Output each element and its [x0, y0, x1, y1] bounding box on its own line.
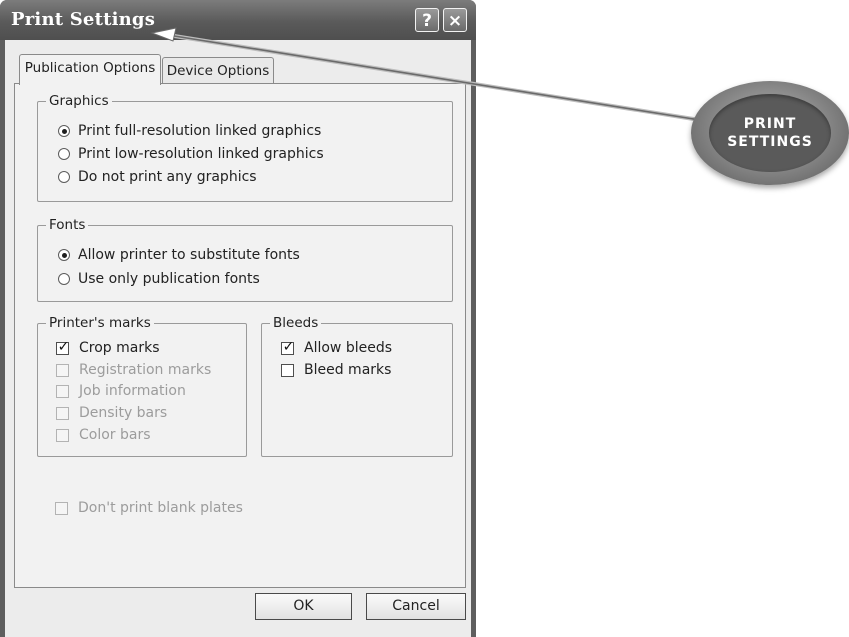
tab-label: Publication Options	[24, 60, 156, 76]
callout-line-1: PRINT	[743, 116, 797, 132]
callout-line-2: SETTINGS	[727, 134, 813, 150]
tab-publication-options[interactable]: Publication Options	[19, 54, 161, 85]
print-settings-callout: PRINT SETTINGS	[691, 81, 849, 185]
callout-text: PRINT SETTINGS	[691, 81, 849, 185]
